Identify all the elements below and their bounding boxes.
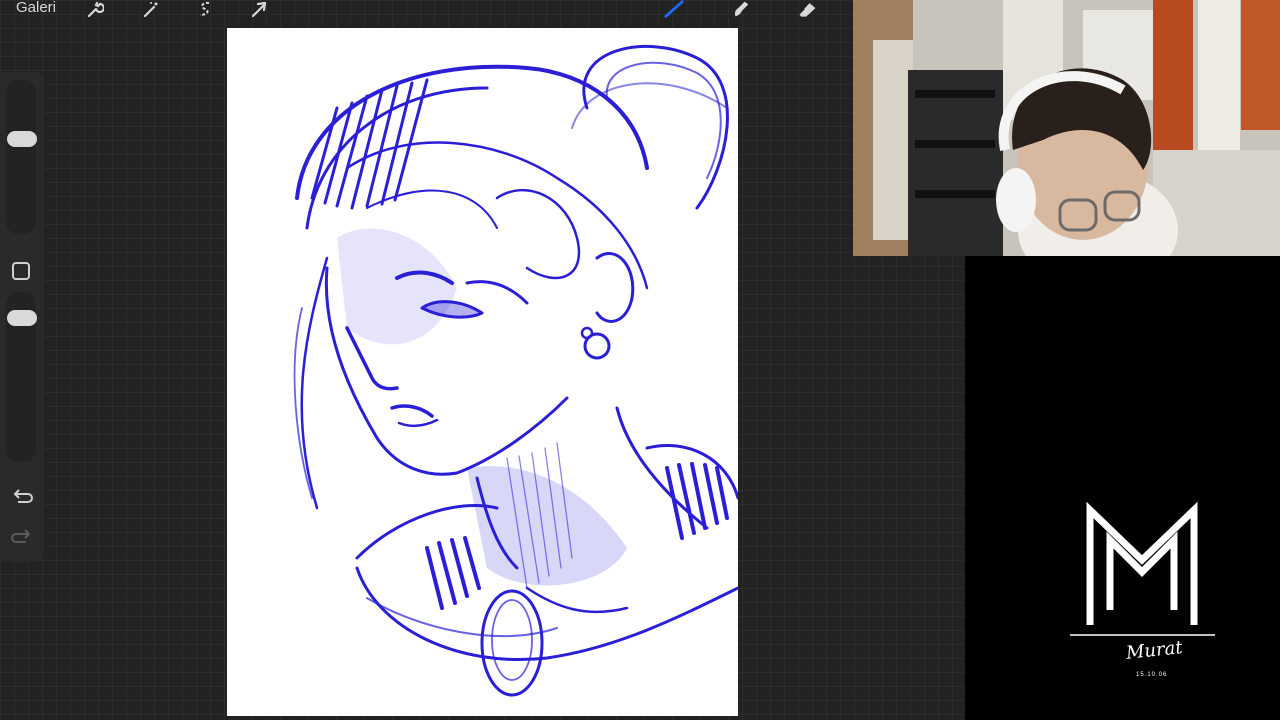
selection-icon[interactable] [194, 0, 216, 18]
webcam-overlay [853, 0, 1280, 256]
wrench-icon[interactable] [84, 0, 106, 18]
redo-button[interactable] [10, 526, 34, 548]
streamer-camera-image [853, 0, 1280, 256]
magic-wand-icon[interactable] [140, 0, 162, 18]
signature-date: 15.10.06 [1136, 672, 1168, 678]
brush-icon[interactable] [664, 0, 686, 18]
smudge-icon[interactable] [730, 0, 752, 18]
top-toolbar: Galeri [0, 0, 965, 22]
undo-button[interactable] [10, 486, 34, 508]
mm-logo-mark [1070, 501, 1215, 636]
modify-button[interactable] [12, 262, 30, 280]
undo-icon [13, 489, 33, 503]
eraser-icon[interactable] [796, 0, 818, 18]
opacity-thumb[interactable] [7, 310, 37, 326]
redo-icon [11, 529, 31, 543]
portrait-sketch [293, 45, 738, 697]
left-sidebar [0, 72, 44, 562]
gallery-button[interactable]: Galeri [16, 0, 56, 16]
drawing-canvas[interactable] [227, 28, 738, 716]
brush-size-slider[interactable] [6, 80, 36, 234]
brush-size-thumb[interactable] [7, 131, 37, 147]
procreate-workspace: Galeri [0, 0, 965, 720]
transform-arrow-icon[interactable] [248, 0, 270, 18]
